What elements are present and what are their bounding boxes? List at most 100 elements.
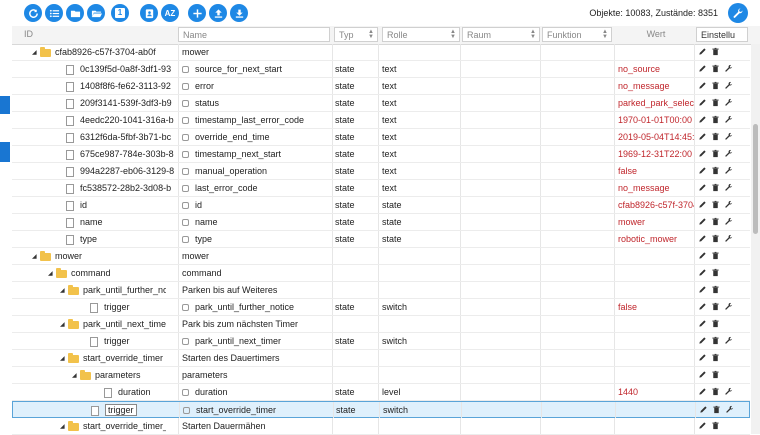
- config-button[interactable]: [724, 387, 733, 397]
- state-row[interactable]: id id state state cfab8926-c57f-3704: [12, 197, 750, 214]
- id-cell[interactable]: 209f3141-539f-3df3-b9: [66, 95, 184, 111]
- state-row[interactable]: 6312f6da-5fbf-3b71-bc override_end_time st…: [12, 129, 750, 146]
- edit-button[interactable]: [698, 166, 707, 176]
- edit-button[interactable]: [698, 285, 707, 295]
- value-cell[interactable]: [618, 44, 694, 60]
- expand-toggle-icon[interactable]: ◢: [60, 283, 68, 298]
- edit-button[interactable]: [698, 183, 707, 193]
- value-cell[interactable]: [618, 418, 694, 434]
- id-cell[interactable]: ◢ mower: [32, 248, 166, 264]
- id-cell[interactable]: trigger: [90, 333, 184, 349]
- expand-toggle-icon[interactable]: ◢: [48, 266, 56, 281]
- state-row[interactable]: trigger start_override_timer state switch: [12, 401, 750, 418]
- config-button[interactable]: [724, 81, 733, 91]
- edit-button[interactable]: [698, 64, 707, 74]
- id-cell[interactable]: trigger: [90, 299, 184, 315]
- edit-button[interactable]: [698, 234, 707, 244]
- id-cell[interactable]: 0c139f5d-0a8f-3df1-93: [66, 61, 184, 77]
- edit-button[interactable]: [699, 405, 708, 415]
- state-row[interactable]: name name state state mower: [12, 214, 750, 231]
- edit-button[interactable]: [698, 319, 707, 329]
- value-cell[interactable]: [618, 333, 694, 349]
- config-button[interactable]: [724, 183, 733, 193]
- edit-button[interactable]: [698, 421, 707, 431]
- value-cell[interactable]: [618, 350, 694, 366]
- delete-button[interactable]: [711, 387, 720, 397]
- edit-button[interactable]: [698, 200, 707, 210]
- edit-button[interactable]: [698, 98, 707, 108]
- state-row[interactable]: 994a2287-eb06-3129-8 manual_operation stat…: [12, 163, 750, 180]
- id-cell[interactable]: ◢ parameters: [72, 367, 166, 383]
- edit-button[interactable]: [698, 81, 707, 91]
- delete-button[interactable]: [711, 336, 720, 346]
- column-header-role[interactable]: Rolle ▲ ▼: [382, 27, 460, 42]
- expand-toggle-icon[interactable]: ◢: [32, 249, 40, 264]
- id-cell[interactable]: ◢ start_override_timer: [60, 350, 166, 366]
- list-view-button[interactable]: [45, 4, 63, 22]
- value-cell[interactable]: 2019-05-04T14:45:: [618, 129, 694, 145]
- delete-button[interactable]: [711, 47, 720, 57]
- folder-row[interactable]: ◢ park_until_further_no Parken bis auf Wei…: [12, 282, 750, 299]
- delete-button[interactable]: [711, 217, 720, 227]
- state-row[interactable]: 1408f8f6-fe62-3113-92 error state text no_me…: [12, 78, 750, 95]
- delete-button[interactable]: [711, 302, 720, 312]
- delete-button[interactable]: [711, 421, 720, 431]
- delete-button[interactable]: [711, 268, 720, 278]
- edit-button[interactable]: [698, 353, 707, 363]
- column-header-room[interactable]: Raum ▲ ▼: [462, 27, 540, 42]
- expand-toggle-icon[interactable]: ◢: [60, 351, 68, 366]
- id-cell[interactable]: 4eedc220-1041-316a-b: [66, 112, 184, 128]
- delete-button[interactable]: [711, 149, 720, 159]
- id-cell[interactable]: ◢ start_override_timer_s: [60, 418, 166, 434]
- expand-folders-button[interactable]: [87, 4, 105, 22]
- config-button[interactable]: [724, 302, 733, 312]
- id-cell[interactable]: duration: [104, 384, 184, 400]
- value-cell[interactable]: 1969-12-31T22:00: [618, 146, 694, 162]
- folder-row[interactable]: ◢ start_override_timer_s Starten Dauermähe…: [12, 418, 750, 435]
- value-cell[interactable]: cfab8926-c57f-3704: [618, 197, 694, 213]
- value-cell[interactable]: false: [618, 163, 694, 179]
- id-cell[interactable]: ◢ park_until_next_timer: [60, 316, 166, 332]
- column-header-type[interactable]: Typ ▲ ▼: [334, 27, 378, 42]
- config-button[interactable]: [724, 166, 733, 176]
- user-clipboard-button[interactable]: [140, 4, 158, 22]
- config-button[interactable]: [724, 64, 733, 74]
- edit-button[interactable]: [698, 217, 707, 227]
- config-button[interactable]: [724, 132, 733, 142]
- value-cell[interactable]: [619, 402, 695, 418]
- id-cell[interactable]: 675ce987-784e-303b-8: [66, 146, 184, 162]
- edit-button[interactable]: [698, 47, 707, 57]
- expand-toggle-icon[interactable]: ◢: [60, 317, 68, 332]
- delete-button[interactable]: [711, 166, 720, 176]
- edit-button[interactable]: [698, 302, 707, 312]
- value-cell[interactable]: robotic_mower: [618, 231, 694, 247]
- delete-button[interactable]: [711, 81, 720, 91]
- expand-toggle-icon[interactable]: ◢: [60, 419, 68, 434]
- state-row[interactable]: trigger park_until_further_notice state swi…: [12, 299, 750, 316]
- edit-button[interactable]: [698, 387, 707, 397]
- column-header-function[interactable]: Funktion ▲ ▼: [542, 27, 612, 42]
- folder-row[interactable]: ◢ command command: [12, 265, 750, 282]
- value-cell[interactable]: no_message: [618, 78, 694, 94]
- value-cell[interactable]: [618, 316, 694, 332]
- config-button[interactable]: [724, 234, 733, 244]
- delete-button[interactable]: [711, 115, 720, 125]
- value-cell[interactable]: [618, 265, 694, 281]
- folder-row[interactable]: ◢ parameters parameters: [12, 367, 750, 384]
- folder-row[interactable]: ◢ park_until_next_timer Park bis zum nächs…: [12, 316, 750, 333]
- id-cell[interactable]: ◢ command: [48, 265, 166, 281]
- id-cell[interactable]: name: [66, 214, 184, 230]
- config-button[interactable]: [724, 98, 733, 108]
- value-cell[interactable]: [618, 248, 694, 264]
- delete-button[interactable]: [712, 405, 721, 415]
- id-cell[interactable]: ◢ cfab8926-c57f-3704-ab0f: [32, 44, 166, 60]
- config-button[interactable]: [724, 149, 733, 159]
- delete-button[interactable]: [711, 98, 720, 108]
- id-cell[interactable]: id: [66, 197, 184, 213]
- value-cell[interactable]: no_source: [618, 61, 694, 77]
- value-cell[interactable]: [618, 282, 694, 298]
- delete-button[interactable]: [711, 370, 720, 380]
- state-row[interactable]: trigger park_until_next_timer state switch: [12, 333, 750, 350]
- upload-button[interactable]: [209, 4, 227, 22]
- delete-button[interactable]: [711, 234, 720, 244]
